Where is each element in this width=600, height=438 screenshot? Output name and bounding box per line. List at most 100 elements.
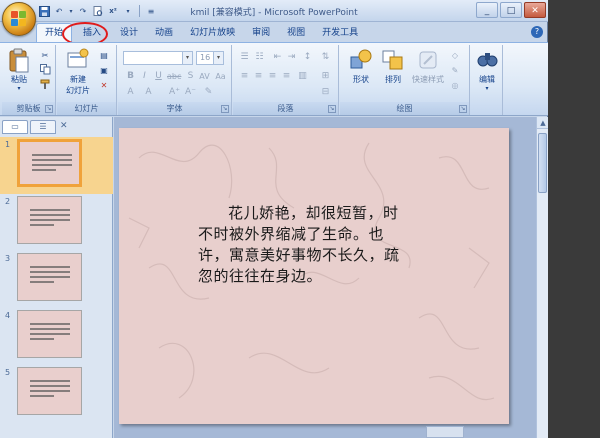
grow-font-icon[interactable]: A⁺ (168, 86, 181, 99)
align-center-icon[interactable]: ≡ (252, 70, 265, 83)
delete-slide-icon[interactable]: ✕ (97, 79, 111, 92)
font-name-combo[interactable]: ▾ (123, 51, 193, 65)
bold-icon[interactable]: B (124, 70, 137, 83)
align-left-icon[interactable]: ≡ (238, 70, 251, 83)
slide-thumbnail[interactable] (17, 310, 82, 358)
slide-thumbnail[interactable] (17, 139, 82, 187)
close-button[interactable]: ✕ (524, 2, 546, 18)
paragraph-launcher-icon[interactable]: ↘ (328, 105, 336, 113)
help-icon[interactable]: ? (531, 26, 543, 38)
office-button[interactable] (2, 2, 36, 36)
slides-tab[interactable]: ▭ (2, 120, 28, 134)
font-size-dropdown-icon[interactable]: ▾ (213, 52, 223, 64)
slide-number: 5 (5, 368, 11, 377)
group-paragraph: ☰ ☷ ⇤ ⇥ ↕ ⇅ ≡ ≡ ≡ ≡ ▥ ⊞ ⊟ 段落 ↘ (233, 45, 339, 115)
new-slide-label-2: 幻灯片 (66, 86, 90, 95)
shape-outline-icon[interactable]: ✎ (448, 64, 462, 77)
char-spacing-icon[interactable]: AV (198, 70, 211, 83)
align-right-icon[interactable]: ≡ (266, 70, 279, 83)
scrollbar-thumb[interactable] (538, 133, 547, 193)
slide-canvas[interactable]: 花儿娇艳，却很短暂，时不时被外界缩减了生命。也许，寓意美好事物不长久，疏忽的往往… (119, 128, 509, 424)
new-slide-label: 新建 (70, 75, 86, 84)
vertical-scrollbar[interactable]: ▲ (536, 117, 549, 438)
slide-number: 4 (5, 311, 11, 320)
slide-thumbnail[interactable] (17, 253, 82, 301)
text-direction-icon[interactable]: ⇅ (319, 51, 332, 64)
underline-icon[interactable]: U (152, 70, 165, 83)
arrange-button[interactable]: 排列 (378, 48, 408, 85)
new-slide-icon (66, 48, 90, 72)
thumb-text-lines (30, 266, 70, 286)
panel-tabs: ▭ ☰ (2, 120, 56, 134)
clear-format-icon[interactable]: A (124, 86, 137, 99)
tab-animations[interactable]: 动画 (147, 24, 181, 42)
justify-icon[interactable]: ≡ (280, 70, 293, 83)
group-label-slides: 幻灯片 (57, 102, 116, 115)
quick-styles-button[interactable]: 快速样式 (410, 48, 446, 85)
shapes-button[interactable]: 形状 (346, 48, 376, 85)
columns-icon[interactable]: ▥ (296, 70, 309, 83)
clipboard-launcher-icon[interactable]: ↘ (45, 105, 53, 113)
smartart-icon[interactable]: ⊟ (319, 86, 332, 99)
slide-thumb-row-4[interactable]: 4 (0, 308, 113, 365)
tab-review[interactable]: 审阅 (244, 24, 278, 42)
shapes-icon (349, 48, 373, 72)
maximize-button[interactable]: □ (500, 2, 522, 18)
group-label-font: 字体 (118, 102, 231, 115)
tab-view[interactable]: 视图 (279, 24, 313, 42)
binoculars-icon (475, 48, 499, 72)
line-spacing-icon[interactable]: ↕ (301, 51, 314, 64)
layout-icon[interactable]: ▤ (97, 49, 111, 62)
new-slide-button[interactable]: 新建 幻灯片 (61, 48, 95, 96)
cut-icon[interactable]: ✂ (38, 49, 52, 62)
view-button[interactable] (426, 426, 464, 438)
italic-icon[interactable]: I (138, 70, 151, 83)
font-size-combo[interactable]: 16 ▾ (196, 51, 224, 65)
slide-body-text[interactable]: 花儿娇艳，却很短暂，时不时被外界缩减了生命。也许，寓意美好事物不长久，疏忽的往往… (198, 203, 410, 287)
change-case-icon[interactable]: Aa (214, 70, 227, 83)
paste-button[interactable]: 粘贴 ▾ (4, 48, 34, 92)
editing-label: 编辑 (479, 75, 495, 84)
tab-design[interactable]: 设计 (112, 24, 146, 42)
copy-icon[interactable] (38, 64, 52, 77)
shrink-font-icon[interactable]: A⁻ (184, 86, 197, 99)
reset-icon[interactable]: ▣ (97, 64, 111, 77)
group-label-paragraph: 段落 (233, 102, 338, 115)
align-text-icon[interactable]: ⊞ (319, 70, 332, 83)
drawing-launcher-icon[interactable]: ↘ (459, 105, 467, 113)
paste-dropdown-icon: ▾ (17, 85, 21, 92)
slide-number: 2 (5, 197, 11, 206)
format-painter-icon[interactable] (38, 79, 52, 92)
tab-developer[interactable]: 开发工具 (314, 24, 366, 42)
font-name-dropdown-icon[interactable]: ▾ (182, 52, 192, 64)
window-title: kmil [兼容模式] - Microsoft PowerPoint (190, 8, 358, 18)
bullets-icon[interactable]: ☰ (238, 51, 251, 64)
thumb-text-lines (32, 154, 72, 174)
slide-thumb-row-1[interactable]: 1 (0, 137, 113, 194)
decrease-indent-icon[interactable]: ⇤ (271, 51, 284, 64)
shape-fill-icon[interactable]: ◇ (448, 49, 462, 62)
slide-number: 3 (5, 254, 11, 263)
font-color-icon[interactable]: A (142, 86, 155, 99)
highlight-icon[interactable]: ✎ (202, 86, 215, 99)
thumb-text-lines (30, 209, 70, 229)
slide-thumbnail[interactable] (17, 367, 82, 415)
shape-effects-icon[interactable]: ◎ (448, 79, 462, 92)
thumb-text-lines (30, 323, 70, 343)
numbering-icon[interactable]: ☷ (253, 51, 266, 64)
minimize-button[interactable]: _ (476, 2, 498, 18)
slide-thumbnail[interactable] (17, 196, 82, 244)
panel-close-icon[interactable]: ✕ (60, 121, 68, 131)
increase-indent-icon[interactable]: ⇥ (285, 51, 298, 64)
strikethrough-icon[interactable]: abc (167, 70, 181, 83)
arrange-label: 排列 (385, 75, 401, 84)
editing-button[interactable]: 编辑 ▾ (472, 48, 502, 92)
shadow-icon[interactable]: S (184, 70, 197, 83)
outline-tab[interactable]: ☰ (30, 120, 56, 134)
slide-thumb-row-2[interactable]: 2 (0, 194, 113, 251)
tab-slideshow[interactable]: 幻灯片放映 (182, 24, 243, 42)
quick-styles-icon (416, 48, 440, 72)
slide-thumb-row-3[interactable]: 3 (0, 251, 113, 308)
slide-thumb-row-5[interactable]: 5 (0, 365, 113, 422)
font-launcher-icon[interactable]: ↘ (221, 105, 229, 113)
